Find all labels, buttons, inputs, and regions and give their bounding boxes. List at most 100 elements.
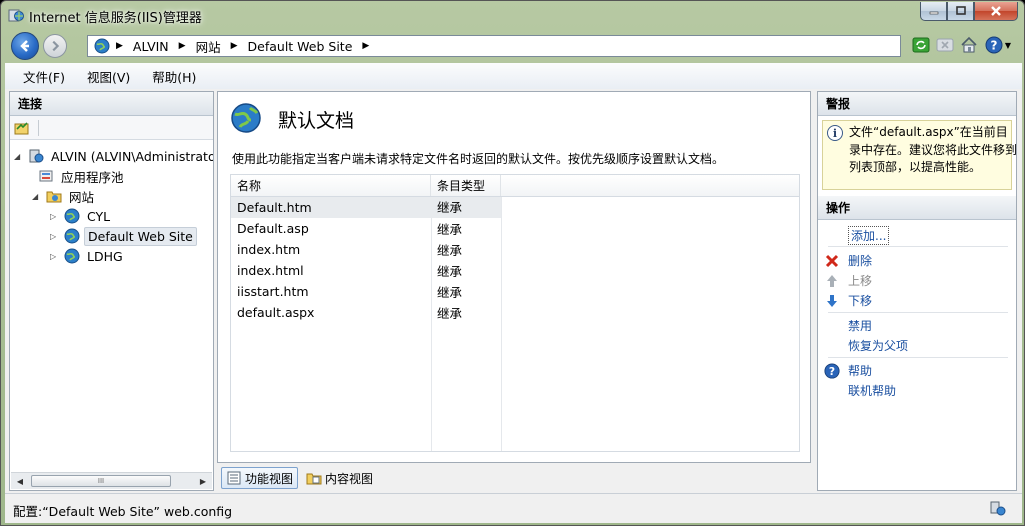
tree-item-app-pools[interactable]: 应用程序池 bbox=[38, 166, 127, 186]
tree-item-ldhg[interactable]: ▷ LDHG bbox=[50, 246, 126, 266]
expand-icon[interactable]: ▷ bbox=[50, 252, 60, 261]
disable-action[interactable]: 禁用 bbox=[848, 317, 872, 334]
tab-features-view[interactable]: 功能视图 bbox=[221, 467, 299, 489]
tab-label: 内容视图 bbox=[325, 471, 374, 486]
online-help-action[interactable]: 联机帮助 bbox=[848, 382, 896, 399]
action-divider bbox=[828, 357, 1008, 358]
list-row[interactable]: Default.asp 继承 bbox=[231, 218, 799, 239]
default-document-globe-icon bbox=[230, 102, 262, 134]
list-body: Default.htm 继承 Default.asp 继承 index.htm … bbox=[231, 197, 799, 451]
list-row[interactable]: Default.htm 继承 bbox=[231, 197, 799, 218]
arrow-up-icon bbox=[824, 273, 840, 289]
breadcrumb-alvin[interactable]: ALVIN bbox=[133, 39, 169, 54]
forward-button[interactable] bbox=[43, 34, 67, 58]
iis-app-icon bbox=[8, 7, 24, 23]
nav-tools: ? ▼ bbox=[911, 35, 1013, 55]
home-button[interactable] bbox=[959, 35, 979, 55]
tree-item-cyl[interactable]: ▷ CYL bbox=[50, 206, 113, 226]
minimize-button[interactable] bbox=[920, 2, 947, 21]
menu-view[interactable]: 视图(V) bbox=[87, 67, 130, 86]
navigation-bar: ▶ ALVIN ▶ 网站 ▶ Default Web Site ▶ ? ▼ bbox=[5, 29, 1022, 63]
globe-icon bbox=[64, 208, 80, 224]
list-row[interactable]: index.htm 继承 bbox=[231, 239, 799, 260]
expand-icon[interactable]: ▷ bbox=[50, 212, 60, 221]
title-bar[interactable]: Internet 信息服务(IIS)管理器 bbox=[1, 1, 1024, 29]
connect-icon bbox=[14, 121, 29, 134]
remove-label: 删除 bbox=[848, 254, 873, 268]
online-help-label: 联机帮助 bbox=[848, 384, 897, 398]
list-header: 名称 条目类型 bbox=[231, 175, 799, 197]
breadcrumb-separator[interactable]: ▶ bbox=[179, 41, 186, 51]
breadcrumb-separator[interactable]: ▶ bbox=[362, 41, 369, 51]
breadcrumb-separator[interactable]: ▶ bbox=[231, 41, 238, 51]
help-label: 帮助 bbox=[848, 364, 873, 378]
caption-buttons bbox=[920, 2, 1018, 21]
breadcrumb-sites[interactable]: 网站 bbox=[196, 37, 221, 56]
status-text: 配置:“Default Web Site” web.config bbox=[13, 504, 233, 519]
menu-file[interactable]: 文件(F) bbox=[23, 67, 65, 86]
list-row[interactable]: iisstart.htm 继承 bbox=[231, 281, 799, 302]
cell-type: 继承 bbox=[437, 306, 463, 321]
tree-label: 网站 bbox=[69, 189, 95, 205]
expand-icon[interactable]: ▷ bbox=[50, 232, 60, 241]
scroll-thumb[interactable]: III bbox=[31, 475, 171, 487]
revert-to-parent-action[interactable]: 恢复为父项 bbox=[848, 337, 908, 354]
cell-type: 继承 bbox=[437, 243, 463, 258]
tree-item-sites[interactable]: ◢ 网站 bbox=[32, 186, 97, 206]
main-area: 连接 ◢ ALVIN (ALVIN\Administrato 应用程序池 ◢ 网… bbox=[5, 89, 1022, 493]
scroll-left-icon[interactable]: ◀ bbox=[12, 474, 28, 488]
tab-content-view[interactable]: 内容视图 bbox=[302, 467, 377, 489]
address-bar[interactable]: ▶ ALVIN ▶ 网站 ▶ Default Web Site ▶ bbox=[87, 35, 901, 57]
connect-button[interactable] bbox=[14, 120, 30, 136]
stop-button[interactable] bbox=[935, 35, 955, 55]
add-action[interactable]: 添加... bbox=[848, 226, 890, 245]
chevron-down-icon: ▼ bbox=[1004, 40, 1012, 50]
help-action[interactable]: ? 帮助 bbox=[824, 362, 873, 379]
tree-item-server[interactable]: ◢ ALVIN (ALVIN\Administrato bbox=[14, 146, 213, 166]
back-button[interactable] bbox=[11, 32, 39, 60]
connections-toolbar bbox=[10, 116, 213, 140]
revert-label: 恢复为父项 bbox=[848, 339, 909, 353]
scroll-right-icon[interactable]: ▶ bbox=[195, 474, 211, 488]
column-header-name[interactable]: 名称 bbox=[231, 175, 431, 196]
menu-bar: 文件(F) 视图(V) 帮助(H) bbox=[5, 63, 1022, 89]
alert-message: 文件“default.aspx”在当前目录中存在。建议您将此文件移到列表顶部，以… bbox=[849, 125, 1018, 174]
cell-name: default.aspx bbox=[237, 305, 315, 320]
arrow-left-icon bbox=[20, 40, 29, 52]
breadcrumb-default-web-site[interactable]: Default Web Site bbox=[248, 39, 353, 54]
column-header-entry-type[interactable]: 条目类型 bbox=[431, 175, 501, 196]
network-status-icon bbox=[990, 500, 1006, 516]
menu-help[interactable]: 帮助(H) bbox=[152, 67, 196, 86]
refresh-button[interactable] bbox=[911, 35, 931, 55]
connections-tree: ◢ ALVIN (ALVIN\Administrato 应用程序池 ◢ 网站 ▷… bbox=[10, 140, 213, 464]
toolbar-divider bbox=[38, 119, 39, 136]
svg-text:?: ? bbox=[829, 365, 835, 378]
move-up-action[interactable]: 上移 bbox=[827, 272, 872, 289]
minimize-icon bbox=[929, 11, 938, 15]
server-icon bbox=[28, 148, 44, 164]
globe-icon bbox=[64, 248, 80, 264]
collapse-icon[interactable]: ◢ bbox=[32, 192, 42, 201]
help-dropdown-button[interactable]: ? ▼ bbox=[983, 35, 1013, 55]
close-button[interactable] bbox=[974, 2, 1018, 21]
sites-folder-icon bbox=[46, 188, 62, 204]
maximize-button[interactable] bbox=[947, 2, 974, 21]
action-divider bbox=[828, 246, 1008, 247]
move-down-action[interactable]: 下移 bbox=[827, 292, 872, 309]
collapse-icon[interactable]: ◢ bbox=[14, 152, 24, 161]
help-icon: ? bbox=[824, 362, 840, 379]
alert-box: i 文件“default.aspx”在当前目录中存在。建议您将此文件移到列表顶部… bbox=[822, 120, 1017, 190]
cell-type: 继承 bbox=[437, 222, 463, 237]
add-link: 添加... bbox=[848, 226, 890, 245]
delete-icon bbox=[824, 253, 840, 269]
remove-action[interactable]: 删除 bbox=[825, 252, 873, 269]
cell-type: 继承 bbox=[437, 264, 463, 279]
cell-name: index.html bbox=[237, 263, 304, 278]
action-divider bbox=[828, 312, 1008, 313]
tree-item-default-web-site[interactable]: ▷ Default Web Site bbox=[50, 226, 197, 246]
list-row[interactable]: index.html 继承 bbox=[231, 260, 799, 281]
horizontal-scrollbar[interactable]: ◀ III ▶ bbox=[11, 472, 212, 489]
list-row[interactable]: default.aspx 继承 bbox=[231, 302, 799, 323]
stop-icon bbox=[936, 38, 954, 52]
breadcrumb-separator[interactable]: ▶ bbox=[116, 41, 123, 51]
